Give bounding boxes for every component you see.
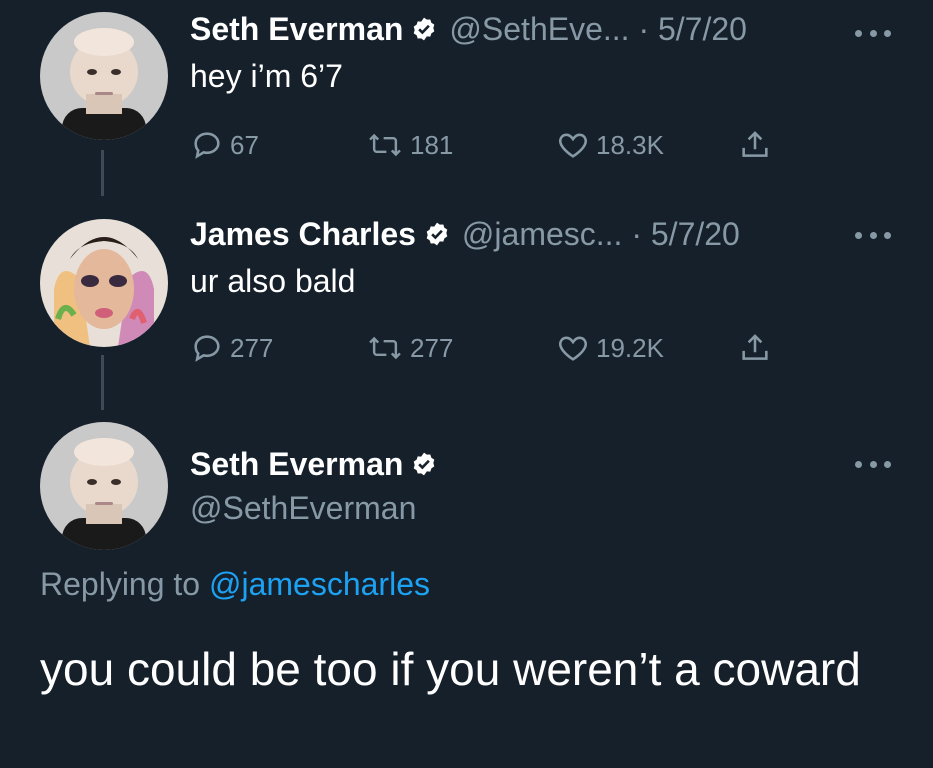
- like-count: 18.3K: [596, 129, 664, 160]
- handle-and-date[interactable]: @SethEve... · 5/7/20: [449, 11, 747, 48]
- main-tweet-text: you could be too if you weren’t a coward: [40, 643, 861, 695]
- display-name[interactable]: Seth Everman: [190, 446, 403, 483]
- like-button[interactable]: 18.3K: [556, 125, 664, 165]
- avatar[interactable]: [40, 12, 168, 140]
- tweet-header: James Charles @jamesc... · 5/7/20: [190, 212, 740, 256]
- main-tweet-header: Seth Everman: [190, 442, 437, 486]
- reply-button[interactable]: 277: [190, 328, 273, 368]
- replying-to-label: Replying to: [40, 566, 201, 602]
- verified-badge-icon: [414, 17, 435, 41]
- retweet-button[interactable]: 181: [366, 125, 453, 165]
- retweet-count: 181: [410, 129, 454, 160]
- more-options-icon[interactable]: [855, 458, 891, 470]
- replying-to-line: Replying to @jamescharles: [40, 566, 430, 603]
- reply-count: 277: [230, 332, 274, 363]
- handle[interactable]: @SethEverman: [190, 490, 416, 527]
- avatar[interactable]: [40, 219, 168, 347]
- thread-line: [101, 355, 104, 410]
- replying-to-mention-link[interactable]: @jamescharles: [209, 566, 430, 602]
- reply-count: 67: [230, 129, 259, 160]
- share-button[interactable]: [738, 125, 772, 165]
- tweet-actions: 277 277 19.2K: [190, 328, 810, 368]
- retweet-button[interactable]: 277: [366, 328, 453, 368]
- tweet-header: Seth Everman @SethEve... · 5/7/20: [190, 7, 747, 51]
- share-button[interactable]: [738, 328, 772, 368]
- display-name[interactable]: James Charles: [190, 216, 416, 253]
- tweet-text: hey i’m 6’7: [190, 58, 343, 94]
- more-options-icon[interactable]: [855, 229, 891, 241]
- share-icon: [742, 131, 768, 157]
- more-options-icon[interactable]: [855, 27, 891, 39]
- verified-badge-icon: [414, 452, 435, 476]
- retweet-icon: [369, 336, 401, 360]
- retweet-icon: [369, 133, 401, 157]
- handle-and-date[interactable]: @jamesc... · 5/7/20: [462, 216, 740, 253]
- heart-icon: [559, 133, 587, 158]
- reply-icon: [194, 335, 220, 362]
- heart-icon: [559, 336, 587, 361]
- tweet-text: ur also bald: [190, 263, 356, 299]
- verified-badge-icon: [426, 222, 448, 246]
- like-button[interactable]: 19.2K: [556, 328, 664, 368]
- share-icon: [742, 334, 768, 360]
- like-count: 19.2K: [596, 332, 664, 363]
- display-name[interactable]: Seth Everman: [190, 11, 403, 48]
- thread-line: [101, 150, 104, 196]
- reply-button[interactable]: 67: [190, 125, 259, 165]
- retweet-count: 277: [410, 332, 454, 363]
- tweet-actions: 67 181 18.3K: [190, 125, 810, 165]
- avatar[interactable]: [40, 422, 168, 550]
- reply-icon: [194, 132, 220, 159]
